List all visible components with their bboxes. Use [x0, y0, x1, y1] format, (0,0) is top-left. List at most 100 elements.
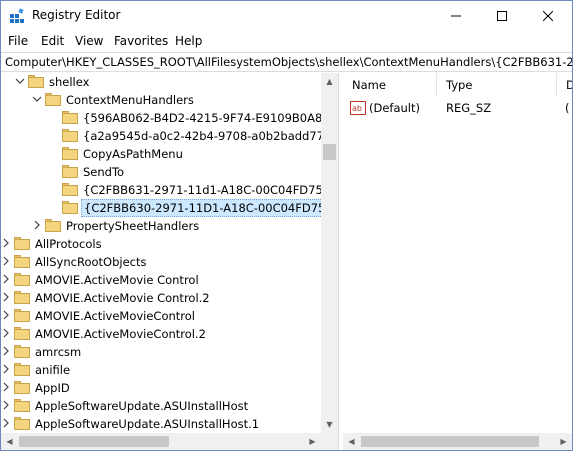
folder-icon: [45, 93, 61, 106]
scroll-up-arrow-icon[interactable]: ▲: [321, 73, 338, 90]
tree-item[interactable]: shellex: [1, 73, 321, 91]
tree-item[interactable]: AMOVIE.ActiveMovie Control.2: [1, 289, 321, 307]
tree-item[interactable]: PropertySheetHandlers: [1, 217, 321, 235]
chevron-right-icon[interactable]: [1, 310, 11, 320]
tree-item[interactable]: AMOVIE.ActiveMovie Control: [1, 271, 321, 289]
address-path[interactable]: Computer\HKEY_CLASSES_ROOT\AllFilesystem…: [5, 55, 572, 69]
tree-item-label: CopyAsPathMenu: [83, 147, 183, 161]
chevron-right-icon[interactable]: [1, 382, 11, 392]
tree-item[interactable]: amrcsm: [1, 343, 321, 361]
tree-item-label: {C2FBB630-2971-11D1-A18C-00C04FD75D13}: [81, 199, 338, 217]
value-row[interactable]: ab (Default) REG_SZ (: [343, 99, 572, 117]
chevron-right-icon[interactable]: [32, 220, 42, 230]
folder-icon: [14, 417, 30, 430]
values-horizontal-scrollbar[interactable]: ◀ ▶: [343, 433, 572, 450]
value-data: (: [565, 101, 570, 115]
scroll-left-arrow-icon[interactable]: ◀: [343, 433, 360, 450]
scroll-down-arrow-icon[interactable]: ▼: [321, 416, 338, 433]
menu-file[interactable]: File: [8, 34, 28, 48]
value-type: REG_SZ: [446, 101, 492, 115]
tree-item[interactable]: anifile: [1, 361, 321, 379]
minimize-button[interactable]: [433, 1, 479, 31]
chevron-right-icon[interactable]: [1, 292, 11, 302]
tree-item-label: amrcsm: [35, 345, 82, 359]
tree-item[interactable]: AllProtocols: [1, 235, 321, 253]
menu-view[interactable]: View: [75, 34, 103, 48]
tree-item-label: ContextMenuHandlers: [66, 93, 194, 107]
scroll-left-arrow-icon[interactable]: ◀: [1, 433, 18, 450]
folder-icon: [62, 183, 78, 196]
tree-item-label: SendTo: [83, 165, 125, 179]
tree-item-label: AllProtocols: [35, 237, 102, 251]
tree-item[interactable]: AppID: [1, 379, 321, 397]
values-horizontal-scroll-thumb[interactable]: [361, 436, 539, 447]
folder-icon: [28, 75, 44, 88]
values-column-header: Name Type D: [343, 73, 572, 97]
folder-icon: [14, 273, 30, 286]
tree-horizontal-scrollbar[interactable]: ◀ ▶: [1, 433, 321, 450]
tree-vertical-scroll-thumb[interactable]: [323, 144, 336, 160]
tree-item[interactable]: {596AB062-B4D2-4215-9F74-E9109B0A8153}: [1, 109, 338, 127]
tree-item[interactable]: CopyAsPathMenu: [1, 145, 321, 163]
svg-text:ab: ab: [352, 104, 362, 113]
menu-favorites[interactable]: Favorites: [114, 34, 168, 48]
tree-item[interactable]: AllSyncRootObjects: [1, 253, 321, 271]
tree-item[interactable]: AMOVIE.ActiveMovieControl: [1, 307, 321, 325]
tree-item[interactable]: AppleSoftwareUpdate.ASUInstallHost: [1, 397, 321, 415]
column-header-data[interactable]: D: [557, 73, 572, 97]
values-pane[interactable]: Name Type D ab (Default) REG_SZ ( ◀ ▶: [343, 73, 572, 450]
folder-icon: [14, 399, 30, 412]
tree-item[interactable]: {C2FBB631-2971-11d1-A18C-00C04FD75D13}: [1, 181, 338, 199]
folder-icon: [14, 255, 30, 268]
chevron-right-icon[interactable]: [1, 364, 11, 374]
chevron-right-icon[interactable]: [1, 256, 11, 266]
folder-icon: [14, 237, 30, 250]
string-value-icon: ab: [350, 101, 366, 115]
close-icon: [543, 11, 553, 21]
chevron-right-icon[interactable]: [1, 328, 11, 338]
tree-item[interactable]: ContextMenuHandlers: [1, 91, 321, 109]
tree-item[interactable]: {C2FBB630-2971-11D1-A18C-00C04FD75D13}: [1, 199, 338, 217]
registry-editor-app-icon: [10, 8, 24, 23]
tree-item-label: {a2a9545d-a0c2-42b4-9708-a0b2badd77c8}: [83, 129, 338, 143]
window-title: Registry Editor: [32, 8, 121, 22]
maximize-button[interactable]: [479, 1, 525, 31]
folder-icon: [14, 309, 30, 322]
column-header-type[interactable]: Type: [437, 73, 557, 97]
address-bar[interactable]: Computer\HKEY_CLASSES_ROOT\AllFilesystem…: [1, 52, 572, 72]
chevron-down-icon[interactable]: [32, 94, 42, 104]
close-button[interactable]: [525, 1, 571, 31]
tree-item-label: AMOVIE.ActiveMovieControl: [35, 309, 195, 323]
scroll-right-arrow-icon[interactable]: ▶: [555, 433, 572, 450]
tree-horizontal-scroll-thumb[interactable]: [19, 436, 169, 447]
tree-item-label: AppleSoftwareUpdate.ASUInstallHost: [35, 399, 249, 413]
column-header-name[interactable]: Name: [343, 73, 437, 97]
chevron-right-icon[interactable]: [1, 418, 11, 428]
folder-icon: [14, 363, 30, 376]
key-tree-pane[interactable]: shellex ContextMenuHandlers {596AB062-B4D2…: [1, 73, 338, 450]
tree-item-label: AMOVIE.ActiveMovie Control.2: [35, 291, 210, 305]
folder-icon: [62, 129, 78, 142]
tree-item[interactable]: AppleSoftwareUpdate.ASUInstallHost.1: [1, 415, 321, 433]
scroll-right-arrow-icon[interactable]: ▶: [304, 433, 321, 450]
tree-item-label: anifile: [35, 363, 71, 377]
title-bar[interactable]: Registry Editor: [1, 1, 572, 31]
menu-edit[interactable]: Edit: [41, 34, 64, 48]
tree-vertical-scrollbar[interactable]: ▲ ▼: [321, 73, 338, 433]
tree-item-label: {596AB062-B4D2-4215-9F74-E9109B0A8153}: [83, 111, 338, 125]
chevron-right-icon[interactable]: [1, 400, 11, 410]
chevron-right-icon[interactable]: [1, 346, 11, 356]
chevron-right-icon[interactable]: [1, 274, 11, 284]
tree-item[interactable]: SendTo: [1, 163, 321, 181]
tree-item-label: {C2FBB631-2971-11d1-A18C-00C04FD75D13}: [83, 183, 338, 197]
maximize-icon: [497, 11, 507, 21]
tree-item[interactable]: {a2a9545d-a0c2-42b4-9708-a0b2badd77c8}: [1, 127, 338, 145]
tree-item-label: AppleSoftwareUpdate.ASUInstallHost.1: [35, 417, 260, 431]
chevron-down-icon[interactable]: [15, 76, 25, 86]
menu-help[interactable]: Help: [175, 34, 202, 48]
tree-item-label: AMOVIE.ActiveMovie Control: [35, 273, 199, 287]
chevron-right-icon[interactable]: [1, 238, 11, 248]
tree-item[interactable]: AMOVIE.ActiveMovieControl.2: [1, 325, 321, 343]
registry-editor-window: Registry Editor File Edit View Favorites…: [0, 0, 573, 451]
minimize-icon: [451, 15, 461, 17]
